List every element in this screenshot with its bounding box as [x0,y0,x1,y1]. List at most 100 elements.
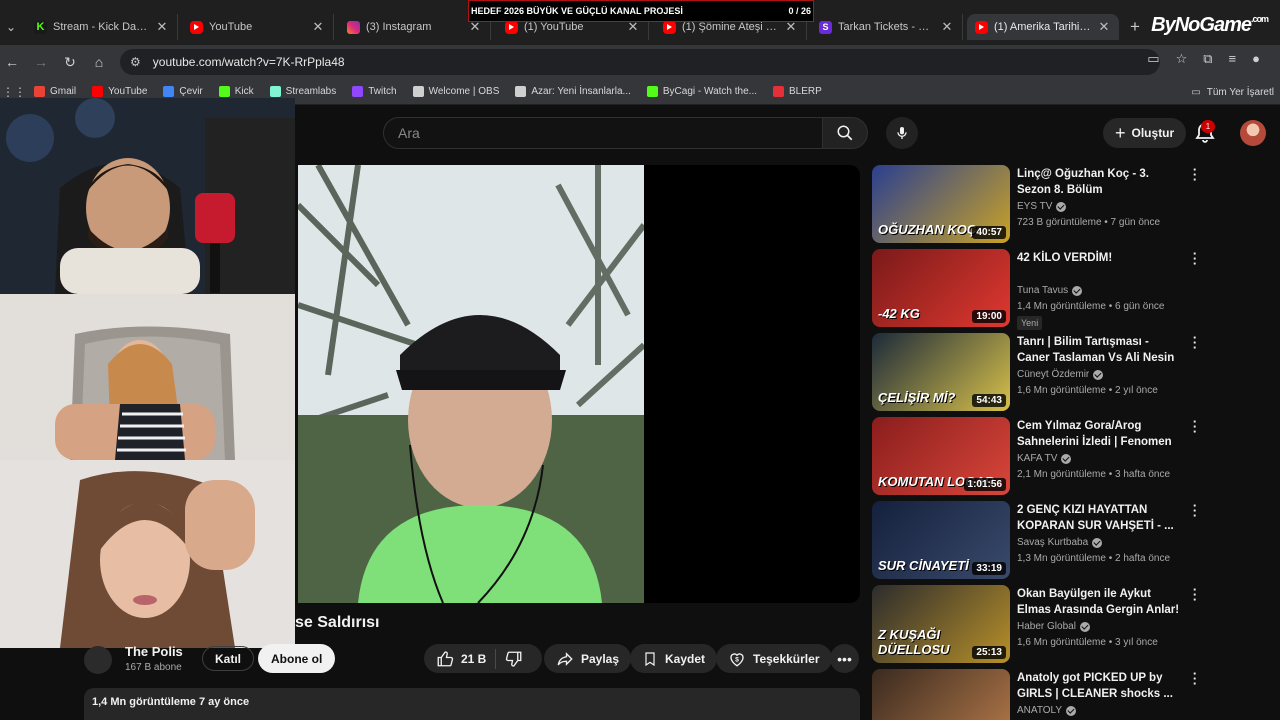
save-label: Kaydet [665,651,706,666]
tab-amerika-tarihinin[interactable]: (1) Amerika Tarihinin E ✕ [967,14,1119,40]
save-button[interactable]: Kaydet [630,644,718,673]
kebab-menu-icon[interactable]: · · · [1190,247,1200,270]
recommended-video-title[interactable]: 2 GENÇ KIZI HAYATTAN KOPARAN SUR VAHŞETİ… [1017,502,1182,534]
tab-search-chevron-icon[interactable]: ⌄ [0,14,22,40]
guest-webcam-2-image [0,460,295,648]
thumbs-down-icon[interactable] [505,650,523,668]
video-thumbnail[interactable]: KOMUTAN LOGAR 1:01:56 [872,417,1010,495]
recommended-channel[interactable]: Cüneyt Özdemir [1017,369,1104,380]
recommended-video-title[interactable]: Tanrı | Bilim Tartışması - Caner Taslama… [1017,334,1182,366]
close-icon[interactable]: ✕ [311,19,325,35]
thumbs-up-icon[interactable] [436,650,454,668]
thanks-button[interactable]: $ Teşekkürler [716,644,832,673]
recommended-video[interactable]: Z KUŞAĞI DÜELLOSU 25:13 Okan Bayülgen ile … [872,583,1202,665]
kebab-menu-icon[interactable]: · · · [1190,415,1200,438]
bookmark-item[interactable]: Welcome | OBS [412,86,499,97]
browser-address-bar: ← → ↻ ⌂ ⚙ youtube.com/watch?v=7K-RrPpla4… [0,45,1280,79]
video-duration: 54:43 [972,394,1006,407]
bookmark-item[interactable]: Azar: Yeni İnsanlarla... [515,86,631,97]
bookmark-item[interactable]: BLERP [773,86,822,97]
create-button[interactable]: + Oluştur [1103,118,1187,148]
recommended-video[interactable]: ÇELİŞİR Mİ? 54:43 Tanrı | Bilim Tartışması… [872,331,1202,413]
back-arrow-icon[interactable]: ← [1,51,23,73]
new-tab-plus-icon[interactable]: + [1125,14,1145,40]
close-icon[interactable]: ✕ [1097,19,1111,35]
recommended-video-title[interactable]: Linç@ Oğuzhan Koç - 3. Sezon 8. Bölüm [1017,166,1182,198]
home-icon[interactable]: ⌂ [88,51,110,73]
recommended-channel[interactable]: Tuna Tavus [1017,285,1083,296]
bookmark-label: Streamlabs [285,86,337,97]
kebab-menu-icon[interactable]: · · · [1190,667,1200,690]
bookmark-label: Gmail [50,86,77,97]
video-thumbnail[interactable]: -42 KG 19:00 [872,249,1010,327]
bookmark-item[interactable]: Çevir [163,86,203,97]
site-info-icon[interactable]: ⚙ [130,55,141,69]
bookmark-star-icon[interactable]: ☆ [1176,51,1188,67]
video-thumbnail[interactable]: Z KUŞAĞI DÜELLOSU 25:13 [872,585,1010,663]
recommended-video-title[interactable]: 42 KİLO VERDİM! [1017,250,1182,266]
address-bar-actions: ▭ ☆ ⧉ ≡ ● [1147,51,1260,67]
video-player[interactable] [298,165,860,603]
channel-avatar[interactable] [84,646,112,674]
subscribe-button[interactable]: Abone ol [258,644,336,673]
channel-name[interactable]: The Polis [125,644,183,659]
video-thumbnail[interactable]: SUR CİNAYETİ 33:19 [872,501,1010,579]
recommended-video-title[interactable]: Cem Yılmaz Gora/Arog Sahnelerini İzledi … [1017,418,1182,450]
bookmark-icon [645,651,655,666]
account-avatar[interactable] [1240,120,1266,146]
more-actions-icon[interactable]: ••• [830,644,859,673]
bookmark-item[interactable]: Streamlabs [269,86,337,97]
kebab-menu-icon[interactable]: · · · [1190,331,1200,354]
profile-icon[interactable]: ● [1252,51,1260,67]
voice-search-button[interactable] [886,117,918,149]
close-icon[interactable]: ✕ [155,19,169,35]
recommended-video[interactable]: OĞUZHAN KOÇ 40:57 Linç@ Oğuzhan Koç - 3. S… [872,163,1202,245]
all-bookmarks-folder[interactable]: ▭ Tüm Yer İşaretl [1191,79,1280,105]
like-count[interactable]: 21 B [461,652,486,666]
recommended-channel[interactable]: KAFA TV [1017,453,1072,464]
reload-icon[interactable]: ↻ [59,51,81,73]
apps-grid-icon[interactable]: ⋮⋮ [0,85,28,99]
recommended-video[interactable]: -42 KG 19:00 42 KİLO VERDİM! Tuna Tavus 1,4 … [872,247,1202,330]
forward-arrow-icon[interactable]: → [30,51,52,73]
youtube-icon [975,20,988,34]
bookmark-favicon-icon [269,86,281,97]
recommended-video[interactable]: SUR CİNAYETİ 33:19 2 GENÇ KIZI HAYATTAN KO… [872,499,1202,581]
video-duration: 1:01:56 [963,478,1006,491]
recommended-video-title[interactable]: Okan Bayülgen ile Aykut Elmas Arasında G… [1017,586,1182,618]
bookmark-item[interactable]: Gmail [34,86,76,97]
recommended-channel[interactable]: ANATOLY [1017,705,1077,716]
recommended-video[interactable]: KOMUTAN LOGAR 1:01:56 Cem Yılmaz Gora/Arog… [872,415,1202,497]
close-icon[interactable]: ✕ [940,19,954,35]
kebab-menu-icon[interactable]: · · · [1190,499,1200,522]
guest-webcam-1-image [0,294,295,460]
tab-kick-dashboard[interactable]: K Stream - Kick Dashboa ✕ [26,14,178,40]
description-box[interactable]: 1,4 Mn görüntüleme 7 ay önce [84,688,860,720]
join-button[interactable]: Katıl [202,646,255,671]
recommended-video[interactable]: Anatoly got PICKED UP by GIRLS | CLEANER… [872,667,1202,720]
video-thumbnail[interactable] [872,669,1010,720]
cast-icon[interactable]: ▭ [1147,51,1159,67]
tab-youtube[interactable]: YouTube ✕ [182,14,334,40]
bookmark-item[interactable]: Twitch [352,86,397,97]
search-button[interactable] [822,117,868,149]
recommended-channel[interactable]: Savaş Kurtbaba [1017,537,1103,548]
recommended-channel[interactable]: EYS TV [1017,201,1067,212]
bookmark-item[interactable]: Kick [218,86,254,97]
share-button[interactable]: Paylaş [544,644,632,673]
recommended-video-title[interactable]: Anatoly got PICKED UP by GIRLS | CLEANER… [1017,670,1182,702]
bookmark-favicon-icon [163,86,175,97]
extensions-icon[interactable]: ⧉ [1203,51,1212,67]
kebab-menu-icon[interactable]: · · · [1190,163,1200,186]
bookmark-item[interactable]: ByCagi - Watch the... [646,86,757,97]
video-thumbnail[interactable]: OĞUZHAN KOÇ 40:57 [872,165,1010,243]
recommended-channel[interactable]: Haber Global [1017,621,1090,632]
youtube-header: Ara + Oluştur 1 [295,105,1280,160]
url-field[interactable]: ⚙ youtube.com/watch?v=7K-RrPpla48 [120,49,1160,75]
video-thumbnail[interactable]: ÇELİŞİR Mİ? 54:43 [872,333,1010,411]
tab-tarkan-tickets[interactable]: S Tarkan Tickets - StubH ✕ [811,14,963,40]
bookmark-item[interactable]: YouTube [92,86,147,97]
kebab-menu-icon[interactable]: · · · [1190,583,1200,606]
media-control-icon[interactable]: ≡ [1229,51,1237,67]
search-input[interactable]: Ara [383,117,823,149]
